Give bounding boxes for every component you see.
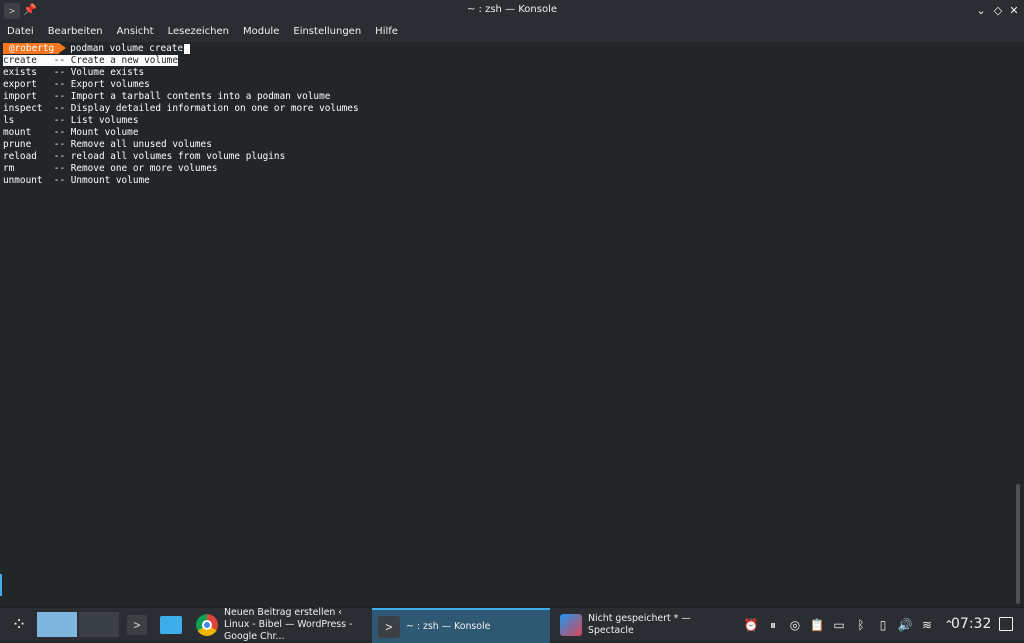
spectacle-icon: [560, 614, 582, 636]
completion-line[interactable]: prune -- Remove all unused volumes: [3, 139, 212, 151]
folder-launcher-icon[interactable]: [160, 616, 182, 634]
battery-icon[interactable]: ▭: [829, 615, 849, 635]
completion-line[interactable]: rm -- Remove one or more volumes: [3, 163, 217, 175]
task-spectacle[interactable]: Nicht gespeichert * — Spectacle: [554, 610, 732, 640]
system-tray: ⏰ ⏸ ◎ 📋 ▭ ᛒ ▯ 🔊 ≋ ⌃: [741, 608, 961, 641]
task-chrome[interactable]: Neuen Beitrag erstellen ‹ Linux - Bibel …: [190, 607, 368, 642]
completion-line[interactable]: import -- Import a tarball contents into…: [3, 91, 330, 103]
notification-icon[interactable]: ⏰: [741, 615, 761, 635]
close-icon[interactable]: ✕: [1006, 3, 1022, 19]
completion-line[interactable]: unmount -- Unmount volume: [3, 175, 150, 187]
completion-line[interactable]: ls -- List volumes: [3, 115, 138, 127]
prompt-arrow-icon: [59, 43, 67, 53]
title-bar: > 📌 ~ : zsh — Konsole ⌄ ◇ ✕: [0, 0, 1024, 22]
command-text: podman volume create: [70, 43, 184, 54]
vault-icon[interactable]: ◎: [785, 615, 805, 635]
chrome-icon: [196, 614, 218, 636]
task-label: Nicht gespeichert * — Spectacle: [588, 613, 691, 636]
menu-bar: Datei Bearbeiten Ansicht Lesezeichen Mod…: [0, 22, 1024, 42]
menu-hilfe[interactable]: Hilfe: [368, 22, 405, 42]
prompt-line: @robertg podman volume create: [3, 43, 191, 55]
menu-datei[interactable]: Datei: [0, 22, 41, 42]
menu-module[interactable]: Module: [236, 22, 286, 42]
window-title: ~ : zsh — Konsole: [466, 4, 558, 15]
menu-ansicht[interactable]: Ansicht: [110, 22, 161, 42]
menu-einstellungen[interactable]: Einstellungen: [286, 22, 368, 42]
clock[interactable]: 07:32: [951, 608, 991, 641]
task-label: ~ : zsh — Konsole: [406, 620, 491, 632]
prompt-user-badge: @robertg: [3, 43, 60, 54]
pager-desktop-2[interactable]: [79, 612, 119, 637]
taskbar: ⁘ > Neuen Beitrag erstellen ‹ Linux - Bi…: [0, 607, 1024, 643]
completion-line-selected[interactable]: create -- Create a new volume: [3, 55, 178, 66]
completion-line[interactable]: exists -- Volume exists: [3, 67, 144, 79]
completion-line[interactable]: inspect -- Display detailed information …: [3, 103, 359, 115]
task-label: Neuen Beitrag erstellen ‹ Linux - Bibel …: [224, 607, 353, 642]
konsole-launcher-icon[interactable]: >: [127, 615, 147, 635]
kde-launcher-icon[interactable]: ⁘: [6, 608, 32, 641]
terminal-area[interactable]: @robertg podman volume create create -- C…: [0, 42, 1012, 604]
bluetooth-icon[interactable]: ᛒ: [851, 615, 871, 635]
wifi-icon[interactable]: ≋: [917, 615, 937, 635]
konsole-icon: >: [378, 615, 400, 638]
phone-icon[interactable]: ▯: [873, 615, 893, 635]
pager-desktop-1[interactable]: [37, 612, 77, 637]
completion-line[interactable]: mount -- Mount volume: [3, 127, 138, 139]
clipboard-icon[interactable]: 📋: [807, 615, 827, 635]
show-desktop-icon[interactable]: [999, 617, 1013, 631]
minimize-icon[interactable]: ⌄: [973, 3, 989, 19]
text-cursor: [184, 43, 191, 54]
volume-icon[interactable]: 🔊: [895, 615, 915, 635]
terminal-scrollbar[interactable]: [1012, 42, 1024, 604]
media-pause-icon[interactable]: ⏸: [763, 615, 783, 635]
scrollbar-thumb[interactable]: [1016, 484, 1020, 604]
task-konsole[interactable]: > ~ : zsh — Konsole: [372, 608, 550, 643]
completion-line[interactable]: export -- Export volumes: [3, 79, 150, 91]
maximize-icon[interactable]: ◇: [990, 3, 1006, 19]
menu-bearbeiten[interactable]: Bearbeiten: [41, 22, 110, 42]
edge-indicator: [0, 574, 2, 596]
menu-lesezeichen[interactable]: Lesezeichen: [161, 22, 236, 42]
completion-line[interactable]: reload -- reload all volumes from volume…: [3, 151, 285, 163]
